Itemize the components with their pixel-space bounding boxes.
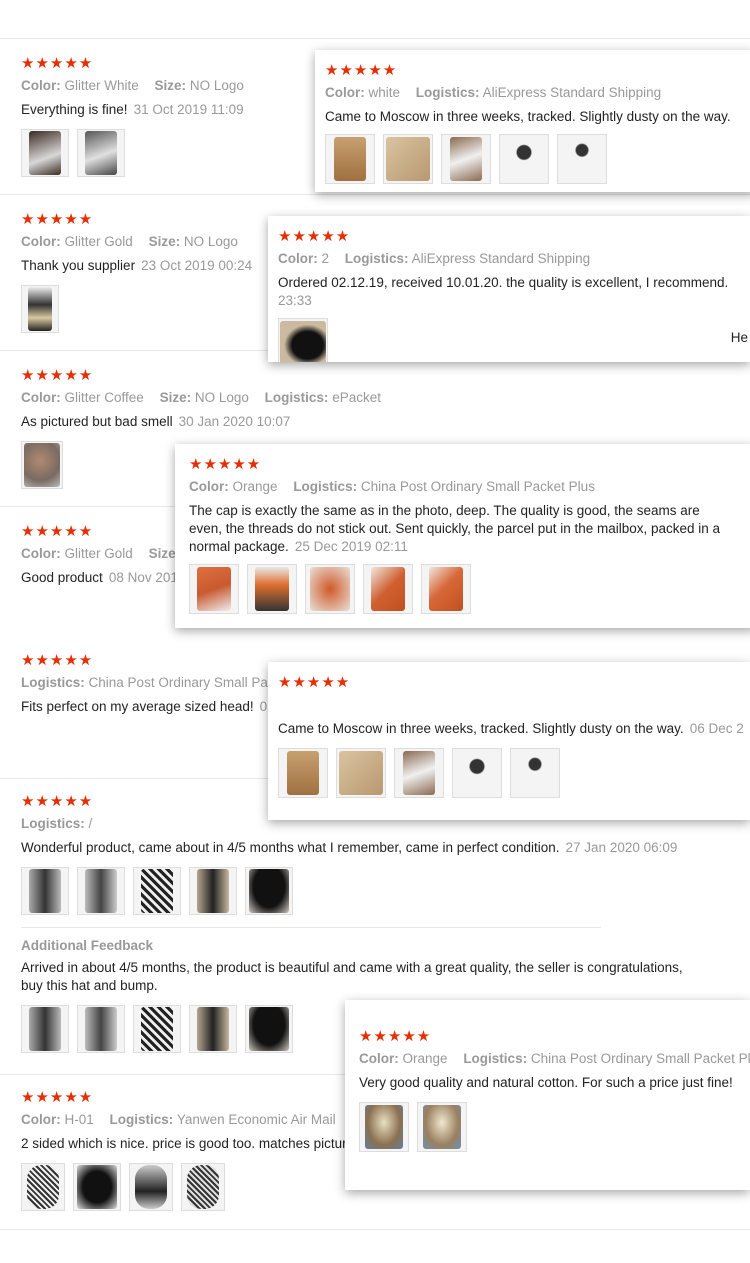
review-card-4: ★★★★★ Came to Moscow in three weeks, tra…: [268, 662, 750, 820]
review-photo[interactable]: [21, 285, 59, 333]
review-meta: Color: Glitter Coffee Size: NO Logo Logi…: [21, 390, 381, 405]
star-rating: ★★★★★: [278, 674, 351, 691]
review-photo[interactable]: [363, 564, 413, 614]
review-photo[interactable]: [21, 1005, 69, 1053]
additional-feedback-title: Additional Feedback: [21, 938, 154, 953]
review-text: Ordered 02.12.19, received 10.01.20. the…: [278, 275, 729, 290]
review-photo[interactable]: [441, 134, 491, 184]
review-photo[interactable]: [77, 1005, 125, 1053]
review-photo[interactable]: [189, 1005, 237, 1053]
review-text: Came to Moscow in three weeks, tracked. …: [325, 109, 731, 124]
review-photo[interactable]: [383, 134, 433, 184]
review-photo[interactable]: [359, 1102, 409, 1152]
review-photo[interactable]: [452, 748, 502, 798]
review-text: Came to Moscow in three weeks, tracked. …: [278, 721, 744, 736]
review-photos: [278, 318, 738, 362]
review-photo[interactable]: [189, 867, 237, 915]
truncated-text: He: [730, 330, 748, 345]
star-rating: ★★★★★: [278, 228, 351, 245]
review-photo[interactable]: [189, 564, 239, 614]
review-photo[interactable]: [181, 1163, 225, 1211]
review-photo[interactable]: [21, 1163, 65, 1211]
review-photo[interactable]: [73, 1163, 121, 1211]
review-photo[interactable]: [557, 134, 607, 184]
review-photo[interactable]: [133, 867, 181, 915]
review-text: As pictured but bad smell 30 Jan 2020 10:…: [21, 414, 291, 429]
star-rating: ★★★★★: [189, 456, 262, 473]
review-meta: Color: Orange Logistics: China Post Ordi…: [359, 1051, 750, 1066]
review-photo[interactable]: [417, 1102, 467, 1152]
review-text: The cap is exactly the same as in the ph…: [189, 503, 721, 554]
review-photo[interactable]: [21, 867, 69, 915]
review-photos: [278, 748, 738, 798]
review-photos: [189, 564, 743, 614]
review-photo[interactable]: [129, 1163, 173, 1211]
review-card-1: ★★★★★ Color: white Logistics: AliExpress…: [315, 50, 750, 192]
review-photo[interactable]: [421, 564, 471, 614]
review-photo[interactable]: [510, 748, 560, 798]
review-photo[interactable]: [325, 134, 375, 184]
star-rating: ★★★★★: [21, 367, 94, 384]
review-meta: Color: white Logistics: AliExpress Stand…: [325, 85, 662, 100]
additional-feedback-text: Arrived in about 4/5 months, the product…: [21, 960, 683, 993]
review-meta: Color: Orange Logistics: China Post Ordi…: [189, 479, 595, 494]
review-text: Wonderful product, came about in 4/5 mon…: [21, 840, 678, 855]
review-meta: Color: 2 Logistics: AliExpress Standard …: [278, 251, 591, 266]
review-photo[interactable]: [245, 1005, 293, 1053]
review-photo[interactable]: [77, 867, 125, 915]
review-photo[interactable]: [278, 748, 328, 798]
review-card-3: ★★★★★ Color: Orange Logistics: China Pos…: [175, 444, 750, 628]
review-photo[interactable]: [245, 867, 293, 915]
review-card-2: ★★★★★ Color: 2 Logistics: AliExpress Sta…: [268, 216, 750, 362]
star-rating: ★★★★★: [359, 1028, 432, 1045]
star-rating: ★★★★★: [325, 62, 398, 79]
review-photo[interactable]: [278, 318, 328, 362]
review-photo[interactable]: [499, 134, 549, 184]
review-photo[interactable]: [336, 748, 386, 798]
review-date: 23:33: [278, 293, 312, 308]
review-text: Very good quality and natural cotton. Fo…: [359, 1075, 733, 1090]
review-photo[interactable]: [247, 564, 297, 614]
review-photo[interactable]: [394, 748, 444, 798]
review-card-5: ★★★★★ Color: Orange Logistics: China Pos…: [345, 1000, 750, 1190]
review-photo[interactable]: [305, 564, 355, 614]
review-photo[interactable]: [77, 129, 125, 177]
review-photo[interactable]: [21, 129, 69, 177]
review-photos: [325, 134, 743, 184]
review-photos: [21, 867, 750, 915]
review-photo[interactable]: [21, 441, 63, 489]
review-photos: [359, 1102, 738, 1152]
divider: [21, 927, 601, 928]
review-photo[interactable]: [133, 1005, 181, 1053]
